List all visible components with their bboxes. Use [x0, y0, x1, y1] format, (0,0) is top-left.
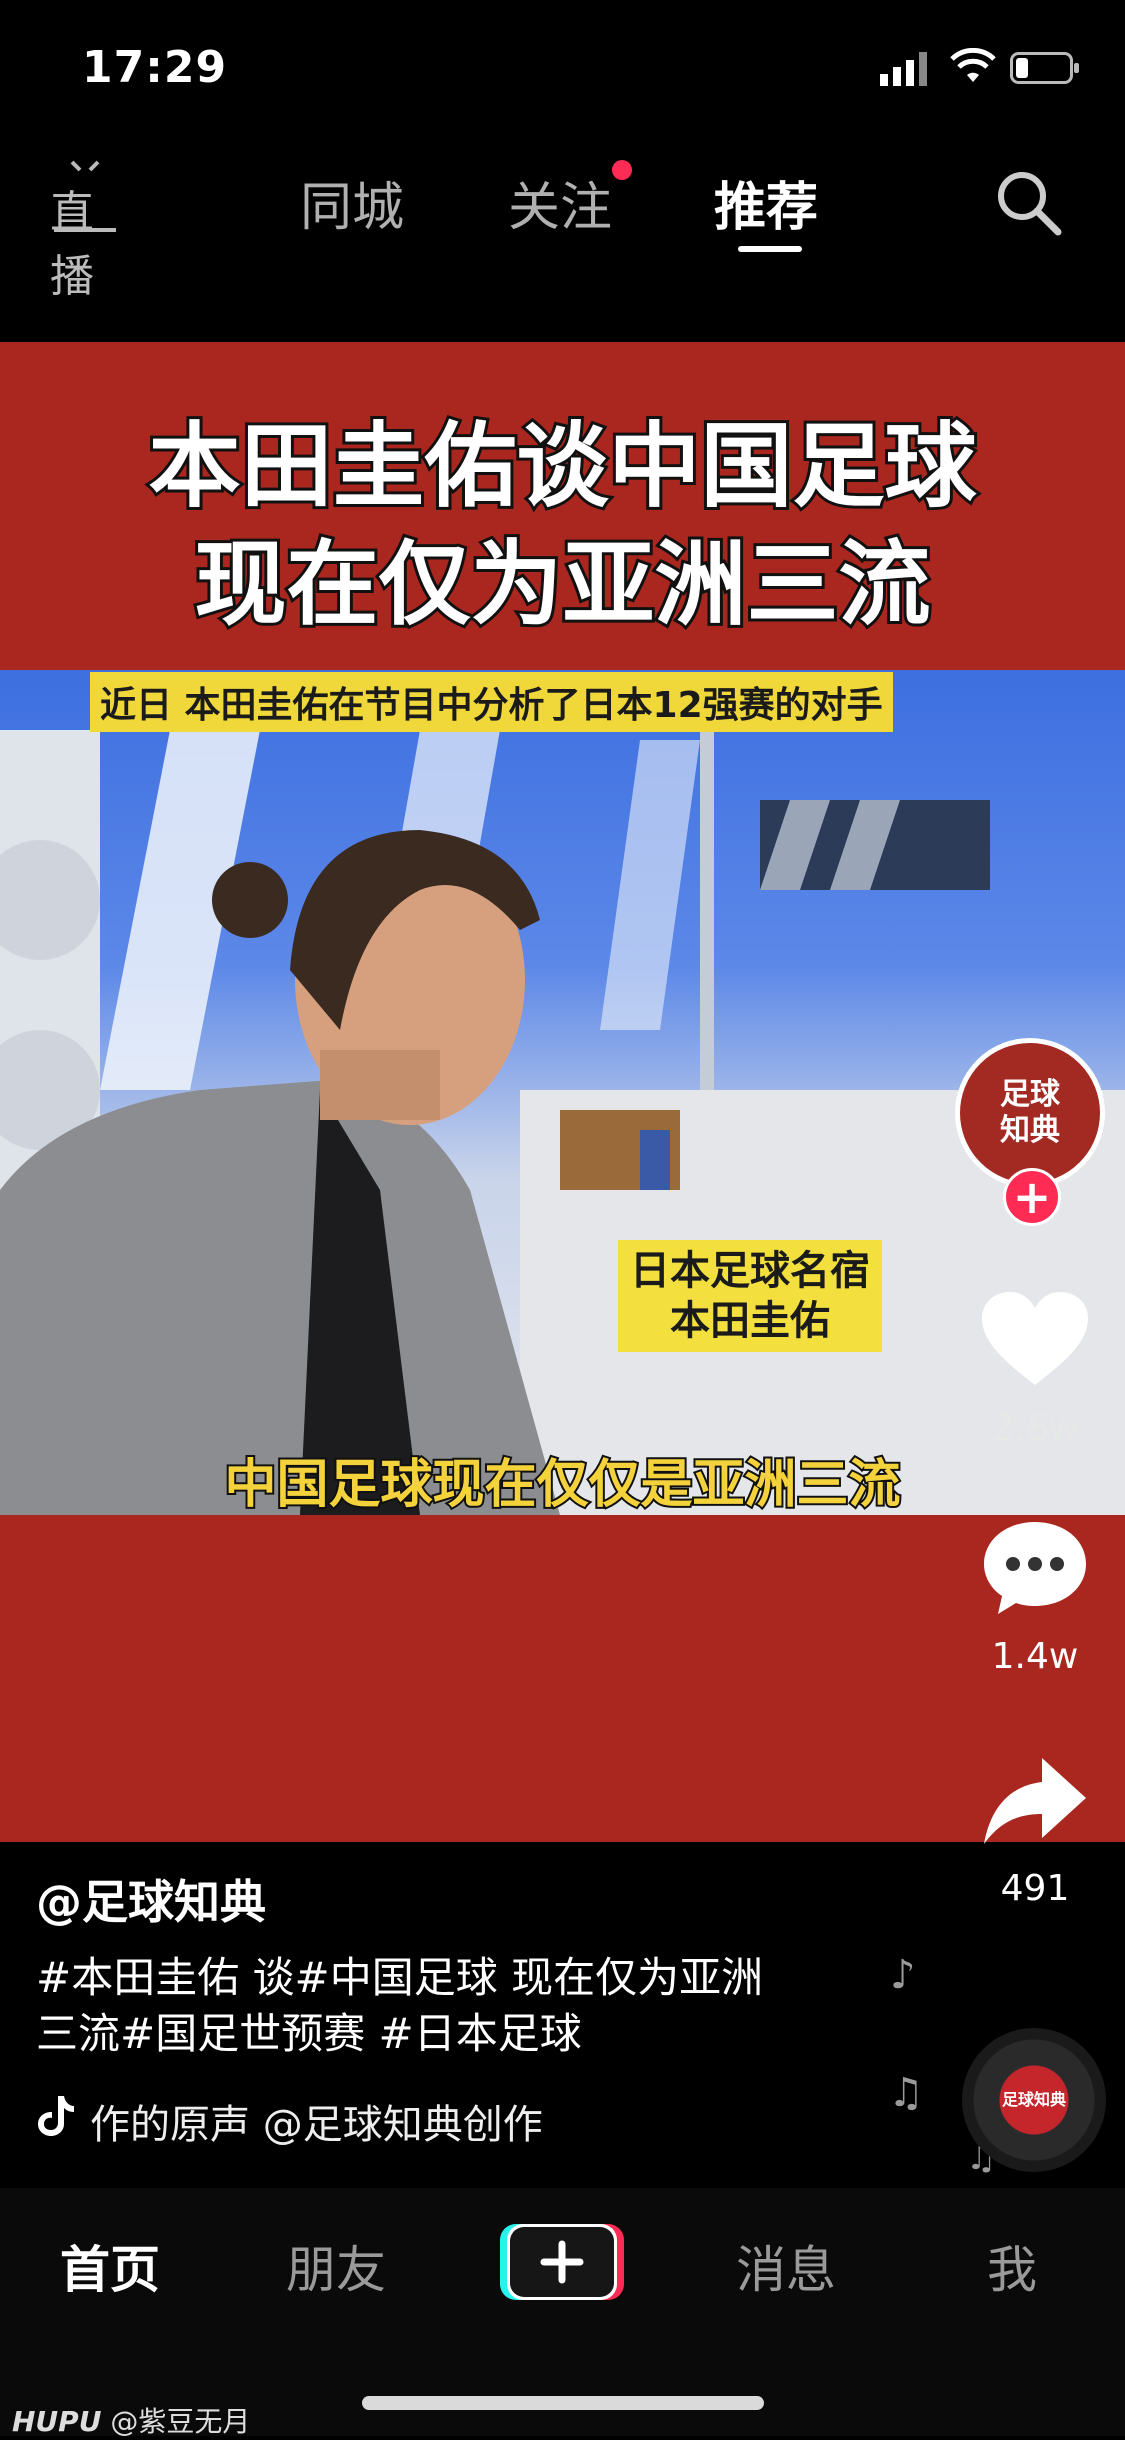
avatar-text-line1: 足球	[1000, 1077, 1060, 1112]
tab-following[interactable]: 关注	[508, 165, 612, 240]
live-button[interactable]: 直播	[50, 160, 120, 302]
tab-messages[interactable]: 消息	[706, 2230, 866, 2302]
author-avatar[interactable]: 足球 知典	[955, 1038, 1105, 1188]
caption-name-line2: 本田圭佑	[670, 1298, 830, 1344]
comment-icon[interactable]	[980, 1518, 1090, 1618]
author-name[interactable]: @足球知典	[36, 1866, 266, 1932]
video-caption-name: 日本足球名宿 本田圭佑	[618, 1240, 882, 1352]
video-caption-top: 近日 本田圭佑在节目中分析了日本12强赛的对手	[90, 672, 893, 732]
status-time: 17:29	[82, 42, 228, 93]
share-count: 491	[1000, 1868, 1070, 1909]
watermark-brand: HUPU	[12, 2405, 102, 2438]
wifi-icon	[950, 48, 996, 82]
battery-icon	[1010, 52, 1079, 84]
watermark-user: @紫豆无月	[110, 2405, 251, 2438]
tab-me[interactable]: 我	[932, 2230, 1092, 2302]
music-marquee[interactable]: 作的原声 @足球知典创作	[90, 2092, 620, 2150]
follow-plus-button[interactable]: +	[1003, 1168, 1061, 1226]
avatar-text-line2: 知典	[1000, 1113, 1060, 1148]
floating-note-icon: ♫	[888, 2070, 924, 2116]
comment-count: 1.4w	[991, 1636, 1079, 1677]
watermark: HUPU @紫豆无月	[12, 2400, 250, 2440]
tab-friends[interactable]: 朋友	[256, 2230, 416, 2302]
notification-dot	[612, 160, 632, 180]
like-count: 2.6w	[991, 1408, 1079, 1449]
video-caption-bottom: 中国足球现在仅仅是亚洲三流	[222, 1453, 902, 1517]
caption-name-line1: 日本足球名宿	[630, 1248, 870, 1294]
studio-scene	[0, 730, 1125, 1515]
post-description-line2[interactable]: 三流#国足世预赛 #日本足球	[36, 2006, 582, 2062]
like-icon[interactable]	[980, 1290, 1090, 1390]
tiktok-note-icon	[38, 2096, 74, 2136]
home-indicator	[362, 2396, 764, 2410]
video-title-line2: 现在仅为亚洲三流	[191, 528, 933, 641]
tab-recommended[interactable]: 推荐	[714, 165, 818, 240]
signal-icon	[880, 52, 927, 86]
active-tab-indicator	[738, 246, 802, 252]
post-description-line1[interactable]: #本田圭佑 谈#中国足球 现在仅为亚洲	[36, 1950, 763, 2006]
search-icon[interactable]	[994, 168, 1064, 238]
floating-note-icon: ♪	[890, 1952, 916, 1998]
share-icon[interactable]	[980, 1752, 1090, 1852]
video-frame	[0, 670, 1125, 1515]
live-label: 直播	[50, 187, 94, 302]
video-title-line1: 本田圭佑谈中国足球	[145, 410, 979, 523]
tab-nearby[interactable]: 同城	[300, 165, 404, 240]
create-button[interactable]	[500, 2220, 624, 2304]
music-disc-label: 足球知典	[1001, 2090, 1066, 2109]
tab-home[interactable]: 首页	[30, 2230, 190, 2302]
